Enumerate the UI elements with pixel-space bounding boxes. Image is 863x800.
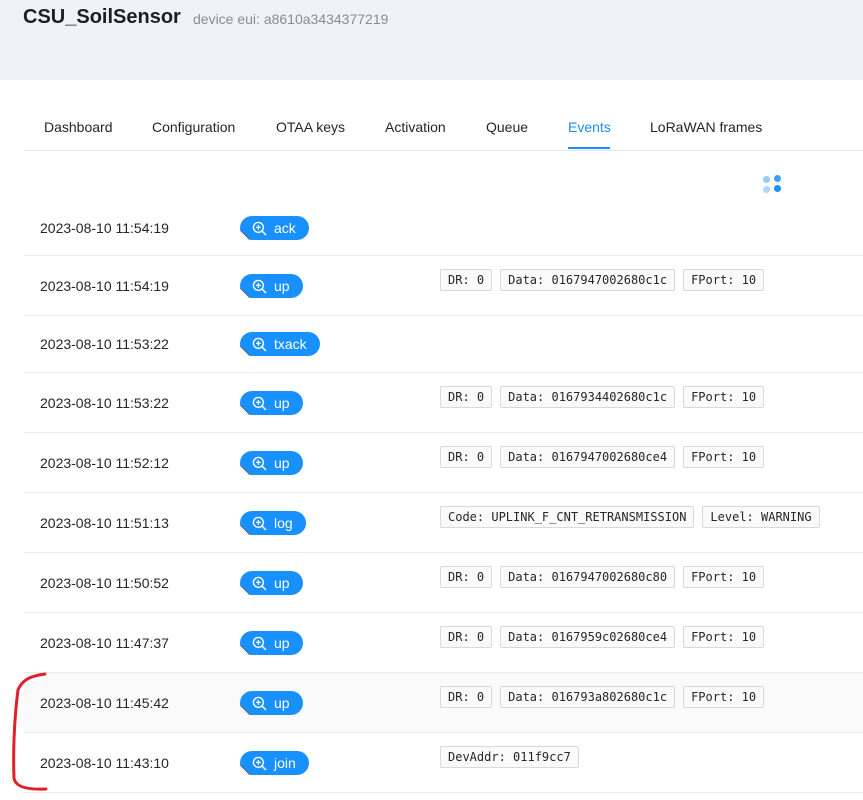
event-tag: DR: 0 [440,626,493,648]
event-tag: Data: 0167947002680c1c [500,269,676,291]
event-tag: Data: 016793a802680c1c [500,686,676,708]
event-type-button[interactable]: ack [240,216,309,240]
event-type-label: up [274,395,290,411]
event-tag: FPort: 10 [683,686,765,708]
event-row: 2023-08-10 11:43:10 join DevAddr: 011f9cc7 [24,733,863,793]
zoom-in-icon [252,456,267,470]
events-list: 2023-08-10 11:54:19 ack 2023-08-10 11:54:1… [24,200,863,793]
event-row: 2023-08-10 11:53:22 up DR: 0 Data: 01679344… [24,373,863,433]
event-timestamp: 2023-08-10 11:53:22 [40,395,169,411]
event-timestamp: 2023-08-10 11:51:13 [40,515,169,531]
event-type-button[interactable]: up [240,274,303,298]
event-tags: DR: 0 Data: 0167959c02680ce4 FPort: 10 [440,626,765,648]
loading-spinner-icon [761,173,783,195]
event-tag: FPort: 10 [683,446,765,468]
event-tag: Data: 0167947002680ce4 [500,446,676,468]
zoom-in-icon [252,221,267,235]
event-type-button[interactable]: up [240,391,303,415]
event-timestamp: 2023-08-10 11:54:19 [40,220,169,236]
event-timestamp: 2023-08-10 11:50:52 [40,575,169,591]
zoom-in-icon [252,696,267,710]
event-tag: Code: UPLINK_F_CNT_RETRANSMISSION [440,506,695,528]
zoom-in-icon [252,279,267,293]
event-row: 2023-08-10 11:54:19 ack [24,200,863,256]
zoom-in-icon [252,756,267,770]
device-header: CSU_SoilSensor device eui: a8610a3434377… [0,0,863,80]
event-type-label: ack [274,220,296,236]
event-type-button[interactable]: up [240,631,303,655]
event-tags: DR: 0 Data: 0167947002680ce4 FPort: 10 [440,446,765,468]
event-type-label: up [274,575,290,591]
device-name: CSU_SoilSensor [23,6,181,28]
event-tag: Data: 0167947002680c80 [500,566,676,588]
zoom-in-icon [252,516,267,530]
event-row: 2023-08-10 11:45:42 up DR: 0 Data: 016793a8… [24,673,863,733]
event-tag: DR: 0 [440,686,493,708]
event-tag: FPort: 10 [683,626,765,648]
event-type-label: log [274,515,293,531]
event-tag: DR: 0 [440,566,493,588]
tab-queue[interactable]: Queue [486,119,528,135]
event-timestamp: 2023-08-10 11:54:19 [40,278,169,294]
event-tag: FPort: 10 [683,386,765,408]
zoom-in-icon [252,636,267,650]
event-tags: DevAddr: 011f9cc7 [440,746,579,768]
event-timestamp: 2023-08-10 11:43:10 [40,755,169,771]
device-tabs: Dashboard Configuration OTAA keys Activa… [24,103,863,151]
event-tag: DR: 0 [440,446,493,468]
event-tag: DR: 0 [440,269,493,291]
zoom-in-icon [252,576,267,590]
tab-dashboard[interactable]: Dashboard [44,119,113,135]
event-row: 2023-08-10 11:50:52 up DR: 0 Data: 01679470… [24,553,863,613]
tab-lorawan-frames[interactable]: LoRaWAN frames [650,119,762,135]
event-type-button[interactable]: up [240,691,303,715]
event-tag: Data: 0167934402680c1c [500,386,676,408]
event-row: 2023-08-10 11:53:22 txack [24,316,863,373]
event-tag: Data: 0167959c02680ce4 [500,626,676,648]
event-tag: DevAddr: 011f9cc7 [440,746,579,768]
event-tags: Code: UPLINK_F_CNT_RETRANSMISSION Level: … [440,506,820,528]
event-type-label: up [274,635,290,651]
event-type-label: up [274,278,290,294]
event-tag: FPort: 10 [683,566,765,588]
tab-configuration[interactable]: Configuration [152,119,235,135]
event-type-button[interactable]: txack [240,332,320,356]
event-row: 2023-08-10 11:54:19 up DR: 0 Data: 01679470… [24,256,863,316]
zoom-in-icon [252,337,267,351]
event-type-button[interactable]: up [240,571,303,595]
event-row: 2023-08-10 11:52:12 up DR: 0 Data: 01679470… [24,433,863,493]
event-type-button[interactable]: log [240,511,306,535]
zoom-in-icon [252,396,267,410]
event-type-label: join [274,755,296,771]
event-type-button[interactable]: join [240,751,309,775]
event-row: 2023-08-10 11:51:13 log Code: UPLINK_F_CNT… [24,493,863,553]
event-tag: DR: 0 [440,386,493,408]
active-tab-indicator [568,147,610,149]
event-type-button[interactable]: up [240,451,303,475]
tab-events[interactable]: Events [568,119,611,135]
event-tag: FPort: 10 [683,269,765,291]
device-eui: device eui: a8610a3434377219 [193,11,389,27]
event-row: 2023-08-10 11:47:37 up DR: 0 Data: 0167959c… [24,613,863,673]
event-tags: DR: 0 Data: 0167947002680c1c FPort: 10 [440,269,765,291]
event-timestamp: 2023-08-10 11:45:42 [40,695,169,711]
tab-activation[interactable]: Activation [385,119,446,135]
event-timestamp: 2023-08-10 11:47:37 [40,635,169,651]
event-timestamp: 2023-08-10 11:53:22 [40,336,169,352]
event-type-label: txack [274,336,307,352]
tab-otaa-keys[interactable]: OTAA keys [276,119,345,135]
event-timestamp: 2023-08-10 11:52:12 [40,455,169,471]
event-tags: DR: 0 Data: 0167934402680c1c FPort: 10 [440,386,765,408]
event-tags: DR: 0 Data: 016793a802680c1c FPort: 10 [440,686,765,708]
event-tag: Level: WARNING [702,506,820,528]
event-type-label: up [274,455,290,471]
event-tags: DR: 0 Data: 0167947002680c80 FPort: 10 [440,566,765,588]
event-type-label: up [274,695,290,711]
